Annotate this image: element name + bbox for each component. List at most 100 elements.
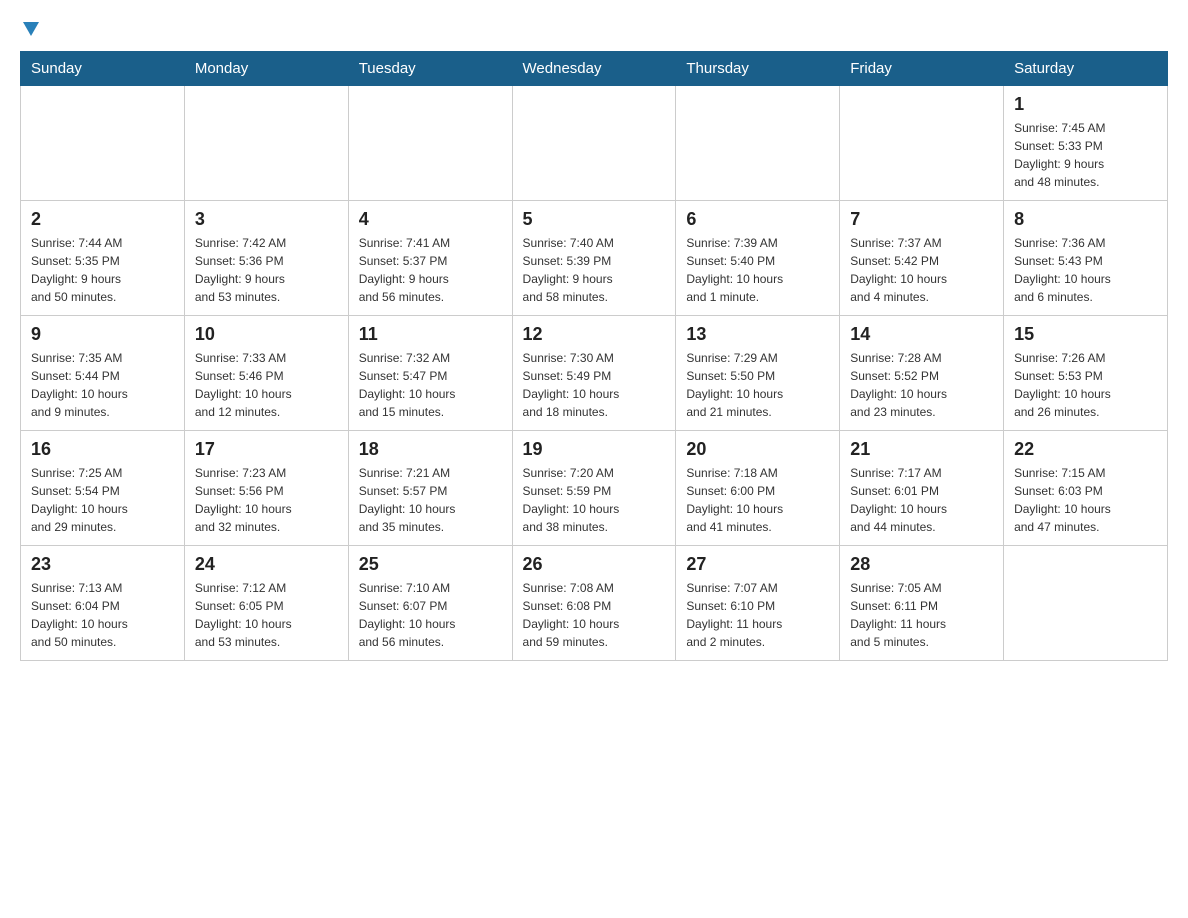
table-row: 22Sunrise: 7:15 AM Sunset: 6:03 PM Dayli… [1004,431,1168,546]
day-number: 1 [1014,94,1157,115]
table-row: 20 Sunrise: 7:18 AM Sunset: 6:00 PM Dayli… [676,431,840,546]
col-monday: Monday [184,52,348,86]
day-number: 17 [195,439,338,460]
day-info: Sunrise: 7:25 AM Sunset: 5:54 PM Dayligh… [31,464,174,536]
day-info: Sunrise: 7:05 AM Sunset: 6:11 PM Dayligh… [850,579,993,651]
col-saturday: Saturday [1004,52,1168,86]
col-friday: Friday [840,52,1004,86]
day-number: 6 [686,209,829,230]
day-info: Sunrise: 7:44 AM Sunset: 5:35 PM Dayligh… [31,234,174,306]
day-info: Sunrise: 7:28 AM Sunset: 5:52 PM Dayligh… [850,349,993,421]
day-info: Sunrise: 7:41 AM Sunset: 5:37 PM Dayligh… [359,234,502,306]
day-info: Sunrise: 7:26 AM Sunset: 5:53 PM Dayligh… [1014,349,1157,421]
day-info: Sunrise: 7:10 AM Sunset: 6:07 PM Dayligh… [359,579,502,651]
day-info: Sunrise: 7:21 AM Sunset: 5:57 PM Dayligh… [359,464,502,536]
day-number: 5 [523,209,666,230]
day-info: Sunrise: 7:08 AM Sunset: 6:08 PM Dayligh… [523,579,666,651]
table-row: 2 Sunrise: 7:44 AM Sunset: 5:35 PM Daylig… [21,201,185,316]
day-number: 7 [850,209,993,230]
week-row-1: 1Sunrise: 7:45 AM Sunset: 5:33 PM Daylig… [21,86,1168,201]
table-row [676,86,840,201]
table-row: 7 Sunrise: 7:37 AM Sunset: 5:42 PM Daylig… [840,201,1004,316]
table-row: 10 Sunrise: 7:33 AM Sunset: 5:46 PM Dayli… [184,316,348,431]
table-row [348,86,512,201]
day-number: 4 [359,209,502,230]
table-row: 21 Sunrise: 7:17 AM Sunset: 6:01 PM Dayli… [840,431,1004,546]
day-number: 27 [686,554,829,575]
day-number: 22 [1014,439,1157,460]
day-info: Sunrise: 7:18 AM Sunset: 6:00 PM Dayligh… [686,464,829,536]
calendar-table: Sunday Monday Tuesday Wednesday Thursday… [20,51,1168,661]
day-number: 23 [31,554,174,575]
table-row: 17 Sunrise: 7:23 AM Sunset: 5:56 PM Dayli… [184,431,348,546]
day-number: 28 [850,554,993,575]
table-row [21,86,185,201]
day-info: Sunrise: 7:17 AM Sunset: 6:01 PM Dayligh… [850,464,993,536]
day-number: 19 [523,439,666,460]
day-number: 13 [686,324,829,345]
day-info: Sunrise: 7:35 AM Sunset: 5:44 PM Dayligh… [31,349,174,421]
day-number: 10 [195,324,338,345]
table-row: 15 Sunrise: 7:26 AM Sunset: 5:53 PM Dayli… [1004,316,1168,431]
day-number: 11 [359,324,502,345]
table-row: 1Sunrise: 7:45 AM Sunset: 5:33 PM Daylig… [1004,86,1168,201]
table-row: 16 Sunrise: 7:25 AM Sunset: 5:54 PM Dayli… [21,431,185,546]
table-row: 24 Sunrise: 7:12 AM Sunset: 6:05 PM Dayli… [184,546,348,661]
table-row: 12 Sunrise: 7:30 AM Sunset: 5:49 PM Dayli… [512,316,676,431]
day-info: Sunrise: 7:40 AM Sunset: 5:39 PM Dayligh… [523,234,666,306]
table-row: 9 Sunrise: 7:35 AM Sunset: 5:44 PM Daylig… [21,316,185,431]
day-info: Sunrise: 7:39 AM Sunset: 5:40 PM Dayligh… [686,234,829,306]
col-tuesday: Tuesday [348,52,512,86]
day-info: Sunrise: 7:36 AM Sunset: 5:43 PM Dayligh… [1014,234,1157,306]
day-number: 24 [195,554,338,575]
table-row: 27 Sunrise: 7:07 AM Sunset: 6:10 PM Dayli… [676,546,840,661]
week-row-5: 23 Sunrise: 7:13 AM Sunset: 6:04 PM Dayli… [21,546,1168,661]
week-row-3: 9 Sunrise: 7:35 AM Sunset: 5:44 PM Daylig… [21,316,1168,431]
table-row: 14Sunrise: 7:28 AM Sunset: 5:52 PM Dayli… [840,316,1004,431]
day-number: 20 [686,439,829,460]
day-info: Sunrise: 7:20 AM Sunset: 5:59 PM Dayligh… [523,464,666,536]
calendar-header-row: Sunday Monday Tuesday Wednesday Thursday… [21,52,1168,86]
day-number: 16 [31,439,174,460]
col-thursday: Thursday [676,52,840,86]
day-number: 2 [31,209,174,230]
day-info: Sunrise: 7:30 AM Sunset: 5:49 PM Dayligh… [523,349,666,421]
day-info: Sunrise: 7:33 AM Sunset: 5:46 PM Dayligh… [195,349,338,421]
day-number: 25 [359,554,502,575]
day-info: Sunrise: 7:32 AM Sunset: 5:47 PM Dayligh… [359,349,502,421]
day-info: Sunrise: 7:23 AM Sunset: 5:56 PM Dayligh… [195,464,338,536]
page-header [20,20,1168,41]
week-row-2: 2 Sunrise: 7:44 AM Sunset: 5:35 PM Daylig… [21,201,1168,316]
day-info: Sunrise: 7:07 AM Sunset: 6:10 PM Dayligh… [686,579,829,651]
col-wednesday: Wednesday [512,52,676,86]
day-number: 9 [31,324,174,345]
table-row: 26 Sunrise: 7:08 AM Sunset: 6:08 PM Dayli… [512,546,676,661]
day-info: Sunrise: 7:42 AM Sunset: 5:36 PM Dayligh… [195,234,338,306]
day-info: Sunrise: 7:29 AM Sunset: 5:50 PM Dayligh… [686,349,829,421]
table-row [512,86,676,201]
table-row: 28 Sunrise: 7:05 AM Sunset: 6:11 PM Dayli… [840,546,1004,661]
day-number: 26 [523,554,666,575]
logo-arrow-icon [23,22,39,43]
day-number: 3 [195,209,338,230]
col-sunday: Sunday [21,52,185,86]
day-number: 21 [850,439,993,460]
day-number: 12 [523,324,666,345]
table-row: 11 Sunrise: 7:32 AM Sunset: 5:47 PM Dayli… [348,316,512,431]
table-row: 6 Sunrise: 7:39 AM Sunset: 5:40 PM Daylig… [676,201,840,316]
table-row: 5 Sunrise: 7:40 AM Sunset: 5:39 PM Daylig… [512,201,676,316]
logo [20,20,39,41]
table-row: 8 Sunrise: 7:36 AM Sunset: 5:43 PM Daylig… [1004,201,1168,316]
table-row: 3 Sunrise: 7:42 AM Sunset: 5:36 PM Daylig… [184,201,348,316]
day-number: 15 [1014,324,1157,345]
table-row: 19 Sunrise: 7:20 AM Sunset: 5:59 PM Dayli… [512,431,676,546]
day-info: Sunrise: 7:12 AM Sunset: 6:05 PM Dayligh… [195,579,338,651]
day-number: 8 [1014,209,1157,230]
day-info: Sunrise: 7:13 AM Sunset: 6:04 PM Dayligh… [31,579,174,651]
week-row-4: 16 Sunrise: 7:25 AM Sunset: 5:54 PM Dayli… [21,431,1168,546]
table-row: 25 Sunrise: 7:10 AM Sunset: 6:07 PM Dayli… [348,546,512,661]
day-info: Sunrise: 7:37 AM Sunset: 5:42 PM Dayligh… [850,234,993,306]
table-row [1004,546,1168,661]
table-row: 4 Sunrise: 7:41 AM Sunset: 5:37 PM Daylig… [348,201,512,316]
table-row: 18Sunrise: 7:21 AM Sunset: 5:57 PM Dayli… [348,431,512,546]
